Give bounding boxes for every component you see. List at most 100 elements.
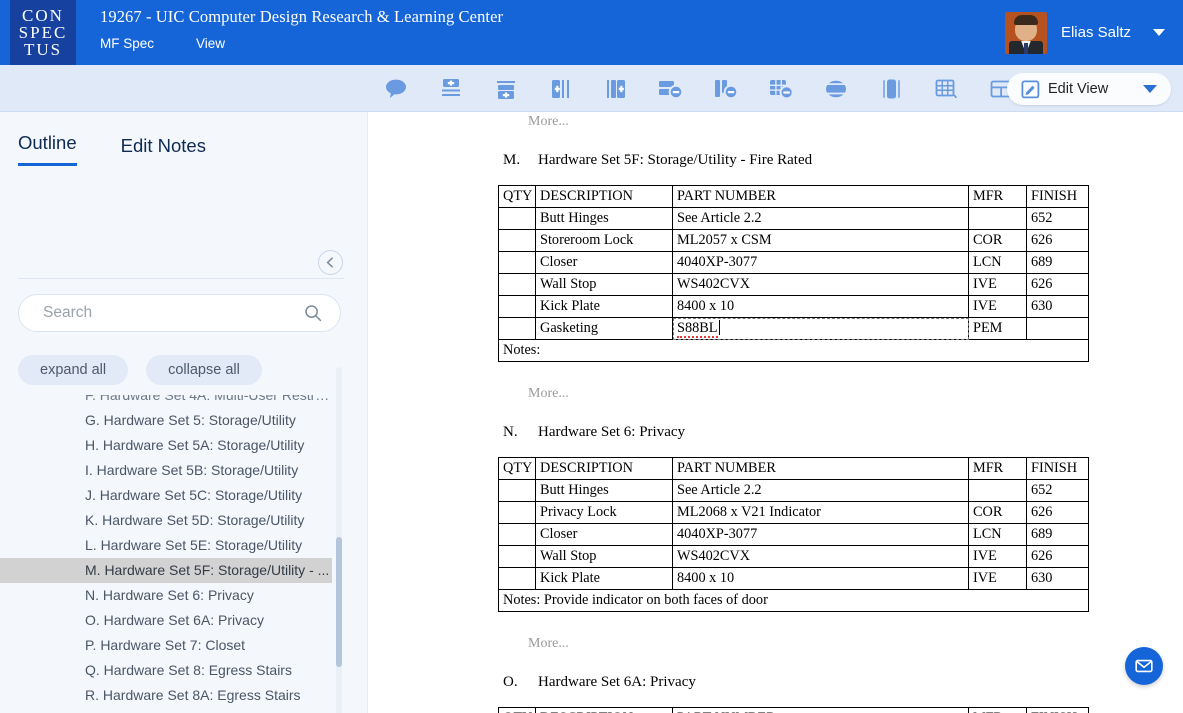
table-row[interactable]: Privacy Lock ML2068 x V21 Indicator COR 626 <box>498 501 1089 524</box>
cell-part-number-editing[interactable]: S88BL <box>672 317 969 340</box>
cell-finish[interactable]: 630 <box>1026 295 1089 318</box>
menu-item-mf-spec[interactable]: MF Spec <box>100 36 154 51</box>
insert-column-right-icon[interactable] <box>603 76 629 102</box>
table-row[interactable]: Kick Plate 8400 x 10 IVE 630 <box>498 295 1089 318</box>
column-header[interactable]: PART NUMBER <box>672 185 969 208</box>
cell-mfr[interactable]: IVE <box>968 567 1027 590</box>
outline-item[interactable]: L. Hardware Set 5E: Storage/Utility <box>0 533 332 558</box>
column-header[interactable]: PART NUMBER <box>672 457 969 480</box>
outline-item[interactable]: R. Hardware Set 8A: Egress Stairs <box>0 683 332 708</box>
cell-mfr[interactable] <box>968 207 1027 230</box>
cell-mfr[interactable]: LCN <box>968 251 1027 274</box>
cell-finish[interactable]: 689 <box>1026 251 1089 274</box>
table-row[interactable]: Closer 4040XP-3077 LCN 689 <box>498 523 1089 546</box>
cell-finish[interactable]: 626 <box>1026 545 1089 568</box>
cell-qty[interactable] <box>498 567 536 590</box>
collapse-sidebar-button[interactable] <box>318 250 343 275</box>
expand-all-button[interactable]: expand all <box>18 355 129 385</box>
cell-description[interactable]: Butt Hinges <box>535 207 673 230</box>
notes-cell[interactable]: Notes: Provide indicator on both faces o… <box>498 589 1089 612</box>
comment-icon[interactable] <box>383 76 409 102</box>
cell-qty[interactable] <box>498 295 536 318</box>
column-header[interactable]: FINISH <box>1026 185 1089 208</box>
notes-cell[interactable]: Notes: <box>498 339 1089 362</box>
cell-finish[interactable]: 626 <box>1026 501 1089 524</box>
column-header[interactable]: QTY <box>498 707 536 713</box>
column-header[interactable]: QTY <box>498 457 536 480</box>
cell-qty[interactable] <box>498 317 536 340</box>
cell-part-number[interactable]: 8400 x 10 <box>672 567 969 590</box>
cell-finish[interactable]: 626 <box>1026 273 1089 296</box>
cell-description[interactable]: Storeroom Lock <box>535 229 673 252</box>
cell-qty[interactable] <box>498 523 536 546</box>
insert-row-below-icon[interactable] <box>493 76 519 102</box>
cell-qty[interactable] <box>498 229 536 252</box>
outline-item[interactable]: K. Hardware Set 5D: Storage/Utility <box>0 508 332 533</box>
cell-description[interactable]: Butt Hinges <box>535 479 673 502</box>
cell-qty[interactable] <box>498 273 536 296</box>
cell-description[interactable]: Kick Plate <box>535 567 673 590</box>
cell-part-number[interactable]: ML2057 x CSM <box>672 229 969 252</box>
menu-item-view[interactable]: View <box>196 36 225 51</box>
cell-mfr[interactable]: IVE <box>968 295 1027 318</box>
tab-edit-notes[interactable]: Edit Notes <box>121 135 206 166</box>
insert-row-above-icon[interactable] <box>438 76 464 102</box>
column-header[interactable]: MFR <box>968 707 1027 713</box>
delete-table-icon[interactable] <box>768 76 794 102</box>
search-input[interactable] <box>19 304 304 322</box>
cell-mfr[interactable] <box>968 479 1027 502</box>
table-row[interactable]: Wall Stop WS402CVX IVE 626 <box>498 545 1089 568</box>
cell-part-number[interactable]: 4040XP-3077 <box>672 523 969 546</box>
table-row[interactable]: Butt Hinges See Article 2.2 652 <box>498 207 1089 230</box>
more-link[interactable]: More... <box>528 386 1183 402</box>
column-header[interactable]: QTY <box>498 185 536 208</box>
cell-mfr[interactable]: PEM <box>968 317 1027 340</box>
merge-cells-icon[interactable] <box>823 76 849 102</box>
search-icon[interactable] <box>304 304 322 322</box>
delete-row-icon[interactable] <box>658 76 684 102</box>
table-row[interactable]: Kick Plate 8400 x 10 IVE 630 <box>498 567 1089 590</box>
chevron-down-icon[interactable] <box>1153 29 1165 36</box>
table-notes-row[interactable]: Notes: Provide indicator on both faces o… <box>498 589 1089 612</box>
tab-outline[interactable]: Outline <box>18 132 77 166</box>
cell-mfr[interactable]: IVE <box>968 545 1027 568</box>
table-row[interactable]: Wall Stop WS402CVX IVE 626 <box>498 273 1089 296</box>
cell-description[interactable]: Privacy Lock <box>535 501 673 524</box>
outline-item[interactable]: O. Hardware Set 6A: Privacy <box>0 608 332 633</box>
cell-mfr[interactable]: LCN <box>968 523 1027 546</box>
cell-finish[interactable]: 626 <box>1026 229 1089 252</box>
column-header[interactable]: FINISH <box>1026 457 1089 480</box>
sidebar-scrollbar-thumb[interactable] <box>336 537 342 667</box>
cell-part-number[interactable]: 8400 x 10 <box>672 295 969 318</box>
cell-finish[interactable]: 630 <box>1026 567 1089 590</box>
edit-view-button[interactable]: Edit View <box>1007 73 1171 105</box>
outline-item[interactable]: M. Hardware Set 5F: Storage/Utility - ..… <box>0 558 332 583</box>
user-menu[interactable]: Elias Saltz <box>997 0 1175 65</box>
conspectus-logo[interactable]: CON SPEC TUS <box>10 0 76 65</box>
cell-qty[interactable] <box>498 545 536 568</box>
cell-part-number[interactable]: WS402CVX <box>672 545 969 568</box>
chevron-down-icon[interactable] <box>1143 85 1157 93</box>
cell-finish[interactable] <box>1026 317 1089 340</box>
outline-item[interactable]: J. Hardware Set 5C: Storage/Utility <box>0 483 332 508</box>
column-header[interactable]: MFR <box>968 457 1027 480</box>
insert-column-left-icon[interactable] <box>548 76 574 102</box>
outline-item[interactable]: F. Hardware Set 4A: Multi-User Restro... <box>0 395 332 408</box>
cell-description[interactable]: Gasketing <box>535 317 673 340</box>
table-row[interactable]: Butt Hinges See Article 2.2 652 <box>498 479 1089 502</box>
cell-finish[interactable]: 652 <box>1026 479 1089 502</box>
column-header[interactable]: FINISH <box>1026 707 1089 713</box>
more-link[interactable]: More... <box>528 636 1183 652</box>
split-cell-icon[interactable] <box>878 76 904 102</box>
cell-mfr[interactable]: IVE <box>968 273 1027 296</box>
table-row[interactable]: Closer 4040XP-3077 LCN 689 <box>498 251 1089 274</box>
cell-qty[interactable] <box>498 479 536 502</box>
cell-description[interactable]: Closer <box>535 523 673 546</box>
cell-part-number[interactable]: WS402CVX <box>672 273 969 296</box>
column-header[interactable]: PART NUMBER <box>672 707 969 713</box>
outline-item[interactable]: P. Hardware Set 7: Closet <box>0 633 332 658</box>
cell-description[interactable]: Wall Stop <box>535 545 673 568</box>
cell-finish[interactable]: 689 <box>1026 523 1089 546</box>
column-header[interactable]: MFR <box>968 185 1027 208</box>
cell-qty[interactable] <box>498 251 536 274</box>
